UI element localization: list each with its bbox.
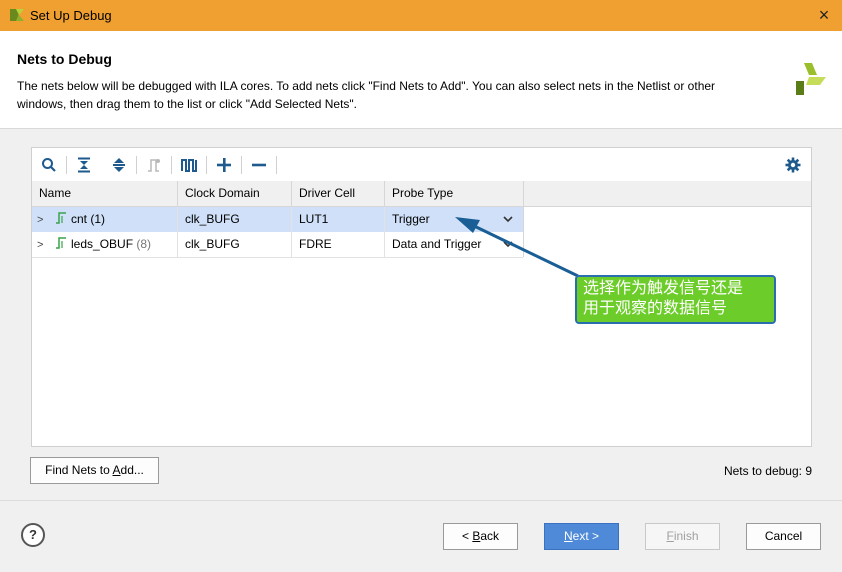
close-icon[interactable]: ×	[814, 5, 834, 25]
probe-type-value: Data and Trigger	[392, 237, 482, 251]
chevron-down-icon[interactable]	[503, 241, 513, 248]
next-button[interactable]: Next >	[544, 523, 619, 550]
footer-divider	[0, 500, 842, 501]
column-header-driver-cell[interactable]: Driver Cell	[292, 181, 385, 206]
net-bus-icon	[56, 237, 66, 249]
net-count: (1)	[90, 212, 106, 226]
cancel-button[interactable]: Cancel	[746, 523, 821, 550]
net-name-cell: > cnt (1)	[32, 207, 178, 232]
help-icon[interactable]: ?	[21, 523, 45, 547]
add-icon[interactable]	[212, 153, 236, 177]
nets-to-debug-count: Nets to debug: 9	[723, 464, 812, 478]
annotation-line-2: 用于观察的数据信号	[583, 298, 728, 317]
net-name: cnt	[71, 212, 88, 226]
remove-icon[interactable]	[247, 153, 271, 177]
annotation-callout: 选择作为触发信号还是 用于观察的数据信号	[575, 275, 776, 324]
net-name: leds_OBUF	[71, 237, 134, 251]
waveform-icon[interactable]	[177, 153, 201, 177]
clock-domain-cell: clk_BUFG	[178, 207, 292, 232]
vivado-logo-icon	[10, 9, 24, 21]
column-header-name[interactable]: Name	[32, 181, 178, 206]
expand-chevron-icon[interactable]: >	[37, 233, 49, 258]
chevron-down-icon[interactable]	[503, 216, 513, 223]
expand-all-icon[interactable]	[107, 153, 131, 177]
net-bus-icon	[56, 212, 66, 224]
find-nets-to-add-button[interactable]: Find Nets to Add...	[30, 457, 159, 484]
schematic-icon[interactable]	[142, 153, 166, 177]
nets-toolbar	[32, 148, 811, 182]
title-bar: Set Up Debug ×	[0, 0, 842, 31]
page-title: Nets to Debug	[17, 51, 112, 67]
collapse-all-icon[interactable]	[72, 153, 96, 177]
driver-cell-cell: FDRE	[292, 232, 385, 257]
column-header-probe-type[interactable]: Probe Type	[385, 181, 524, 206]
column-header-clock-domain[interactable]: Clock Domain	[178, 181, 292, 206]
finish-button[interactable]: Finish	[645, 523, 720, 550]
xilinx-brand-icon	[796, 63, 826, 95]
table-header: Name Clock Domain Driver Cell Probe Type	[32, 181, 811, 207]
net-count: (8)	[136, 237, 152, 251]
probe-type-value: Trigger	[392, 212, 430, 226]
probe-type-dropdown[interactable]: Trigger	[385, 207, 523, 232]
column-divider	[523, 181, 524, 257]
driver-cell-cell: LUT1	[292, 207, 385, 232]
back-button[interactable]: < Back	[443, 523, 518, 550]
clock-domain-cell: clk_BUFG	[178, 232, 292, 257]
gear-icon[interactable]	[781, 153, 805, 177]
probe-type-dropdown[interactable]: Data and Trigger	[385, 232, 523, 257]
expand-chevron-icon[interactable]: >	[37, 208, 49, 233]
annotation-line-1: 选择作为触发信号还是	[583, 278, 744, 297]
search-icon[interactable]	[37, 153, 61, 177]
table-row[interactable]: > leds_OBUF (8) clk_BUFG FDRE Data and Tr…	[32, 232, 523, 258]
net-name-cell: > leds_OBUF (8)	[32, 232, 178, 257]
window-title: Set Up Debug	[30, 8, 112, 23]
page-header: Nets to Debug The nets below will be deb…	[0, 31, 842, 129]
table-row[interactable]: > cnt (1) clk_BUFG LUT1 Trigger	[32, 207, 523, 232]
page-description: The nets below will be debugged with ILA…	[17, 79, 716, 111]
